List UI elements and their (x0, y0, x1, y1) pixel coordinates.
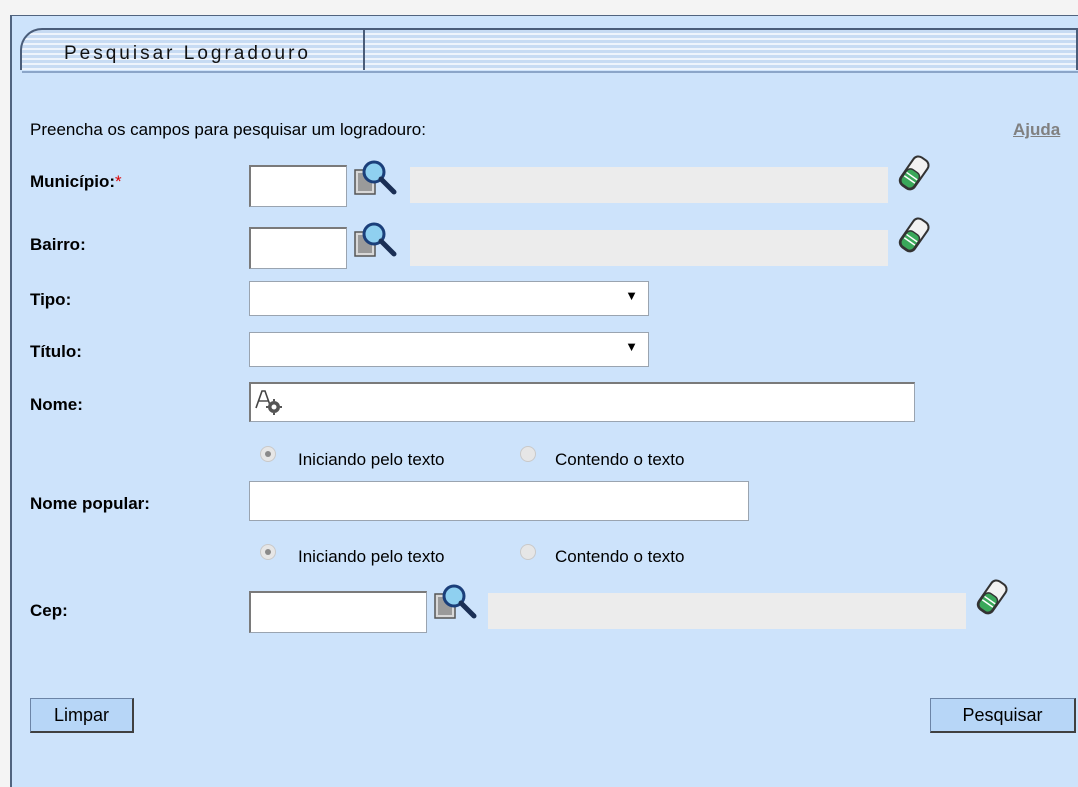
nome-input[interactable] (249, 382, 915, 422)
nome-label: Nome: (30, 395, 83, 414)
municipio-code-input[interactable] (249, 165, 347, 207)
page-title: Pesquisar Logradouro (64, 43, 311, 64)
nome-radio-containing-label: Contendo o texto (555, 450, 685, 469)
cep-description-field (488, 593, 966, 629)
bairro-label: Bairro: (30, 235, 86, 254)
nome-popular-radio-starting[interactable] (260, 544, 276, 560)
municipio-label-text: Município: (30, 172, 115, 191)
chevron-down-icon: ▼ (625, 339, 638, 354)
nome-radio-starting-label: Iniciando pelo texto (298, 450, 445, 469)
cep-code-input[interactable] (249, 591, 427, 633)
title-underline (22, 71, 1078, 73)
nome-popular-radio-containing-label: Contendo o texto (555, 547, 685, 566)
municipio-eraser-icon[interactable] (896, 153, 932, 195)
nome-popular-radio-starting-label: Iniciando pelo texto (298, 547, 445, 566)
help-link[interactable]: Ajuda (1013, 120, 1060, 140)
tipo-select[interactable]: ▼ (249, 281, 649, 316)
search-button[interactable]: Pesquisar (930, 698, 1076, 733)
nome-radio-containing[interactable] (520, 446, 536, 462)
titulo-select[interactable]: ▼ (249, 332, 649, 367)
cep-search-icon[interactable] (432, 582, 482, 626)
municipio-description-field (410, 167, 888, 203)
bairro-search-icon[interactable] (352, 220, 402, 264)
nome-radio-starting[interactable] (260, 446, 276, 462)
bairro-code-input[interactable] (249, 227, 347, 269)
bairro-description-field (410, 230, 888, 266)
instruction-text: Preencha os campos para pesquisar um log… (30, 120, 426, 139)
nome-popular-input[interactable] (249, 481, 749, 521)
required-mark: * (114, 172, 122, 191)
nome-popular-radio-containing[interactable] (520, 544, 536, 560)
cep-label: Cep: (30, 601, 68, 620)
title-divider (363, 28, 365, 70)
chevron-down-icon: ▼ (625, 288, 638, 303)
nome-popular-label: Nome popular: (30, 494, 150, 513)
autocomplete-icon (253, 388, 283, 416)
titulo-label: Título: (30, 342, 82, 361)
cep-eraser-icon[interactable] (974, 577, 1010, 619)
clear-button[interactable]: Limpar (30, 698, 134, 733)
bairro-eraser-icon[interactable] (896, 215, 932, 257)
municipio-search-icon[interactable] (352, 158, 402, 202)
panel-title-bar: Pesquisar Logradouro (20, 28, 1078, 70)
municipio-label: Município:* (30, 172, 122, 192)
tipo-label: Tipo: (30, 290, 72, 309)
